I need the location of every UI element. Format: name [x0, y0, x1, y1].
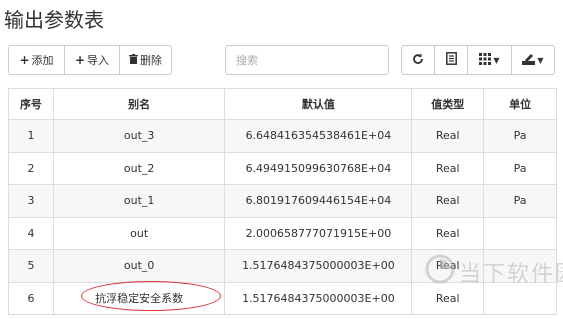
cell-name: out_2	[52, 151, 226, 185]
cell-type: Real	[411, 151, 485, 185]
delete-button-label: 删除	[140, 54, 162, 67]
column-header-type[interactable]: 值类型	[411, 88, 485, 120]
cell-unit	[483, 281, 557, 315]
import-button[interactable]: + 导入	[64, 45, 120, 75]
cell-index: 3	[8, 184, 54, 218]
column-header-default[interactable]: 默认值	[224, 88, 413, 120]
chevron-down-icon: ▼	[493, 55, 500, 65]
table-tools-group: ▼ ▼	[401, 45, 555, 75]
cell-unit: Pa	[483, 184, 557, 218]
add-button-label: 添加	[31, 54, 54, 67]
cell-type: Real	[411, 119, 485, 153]
column-header-name[interactable]: 别名	[52, 88, 226, 120]
cell-unit	[483, 216, 557, 250]
cell-index: 5	[8, 249, 54, 283]
cell-default: 2.000658777071915E+00	[224, 216, 413, 250]
annotated-name: 抗浮稳定安全系数	[81, 281, 222, 312]
cell-name: out_3	[52, 119, 226, 153]
import-button-label: 导入	[87, 54, 110, 67]
table-header-row: 序号 别名 默认值 值类型 单位	[8, 88, 557, 120]
column-header-index[interactable]: 序号	[8, 88, 54, 120]
cell-default: 6.648416354538461E+04	[224, 119, 413, 153]
cell-type: Real	[411, 216, 485, 250]
cell-default: 1.5176484375000003E+00	[224, 249, 413, 283]
delete-button[interactable]: 删除	[119, 45, 172, 75]
toolbar: + 添加 + 导入 删除 ▼	[8, 45, 557, 75]
refresh-icon	[412, 53, 424, 68]
cell-index: 2	[8, 151, 54, 185]
cell-name-circled: 抗浮稳定安全系数	[52, 281, 226, 315]
toggle-view-button[interactable]	[434, 45, 468, 75]
export-icon	[522, 53, 536, 68]
columns-dropdown-button[interactable]: ▼	[467, 45, 512, 75]
refresh-button[interactable]	[401, 45, 435, 75]
table-row[interactable]: 3 out_1 6.801917609446154E+04 Real Pa	[8, 184, 557, 218]
plus-icon: +	[19, 53, 30, 67]
table-row[interactable]: 5 out_0 1.5176484375000003E+00 Real	[8, 249, 557, 283]
cell-unit: Pa	[483, 151, 557, 185]
cell-type: Real	[411, 184, 485, 218]
output-parameters-table: 序号 别名 默认值 值类型 单位 1 out_3 6.6484163545384…	[8, 88, 557, 315]
table-row[interactable]: 1 out_3 6.648416354538461E+04 Real Pa	[8, 119, 557, 153]
page-title: 输出参数表	[4, 8, 104, 32]
table-row[interactable]: 2 out_2 6.494915099630768E+04 Real Pa	[8, 151, 557, 185]
columns-grid-icon	[479, 52, 492, 68]
cell-index: 6	[8, 281, 54, 315]
toggle-view-icon	[445, 52, 457, 68]
action-button-group: + 添加 + 导入 删除	[8, 45, 172, 75]
search-input[interactable]	[225, 45, 389, 75]
table-row[interactable]: 6 抗浮稳定安全系数 1.5176484375000003E+00 Real	[8, 281, 557, 315]
annotation-ellipse	[81, 281, 222, 312]
cell-name: out_1	[52, 184, 226, 218]
table-row[interactable]: 4 out 2.000658777071915E+00 Real	[8, 216, 557, 250]
cell-index: 1	[8, 119, 54, 153]
cell-unit	[483, 249, 557, 283]
export-dropdown-button[interactable]: ▼	[511, 45, 555, 75]
cell-type: Real	[411, 281, 485, 315]
trash-icon	[129, 53, 138, 67]
add-button[interactable]: + 添加	[8, 45, 65, 75]
column-header-unit[interactable]: 单位	[483, 88, 557, 120]
cell-default: 6.801917609446154E+04	[224, 184, 413, 218]
cell-default: 6.494915099630768E+04	[224, 151, 413, 185]
cell-default: 1.5176484375000003E+00	[224, 281, 413, 315]
cell-name: out	[52, 216, 226, 250]
cell-type: Real	[411, 249, 485, 283]
chevron-down-icon: ▼	[537, 55, 544, 65]
cell-unit: Pa	[483, 119, 557, 153]
plus-icon: +	[74, 53, 86, 67]
cell-name: out_0	[52, 249, 226, 283]
cell-index: 4	[8, 216, 54, 250]
